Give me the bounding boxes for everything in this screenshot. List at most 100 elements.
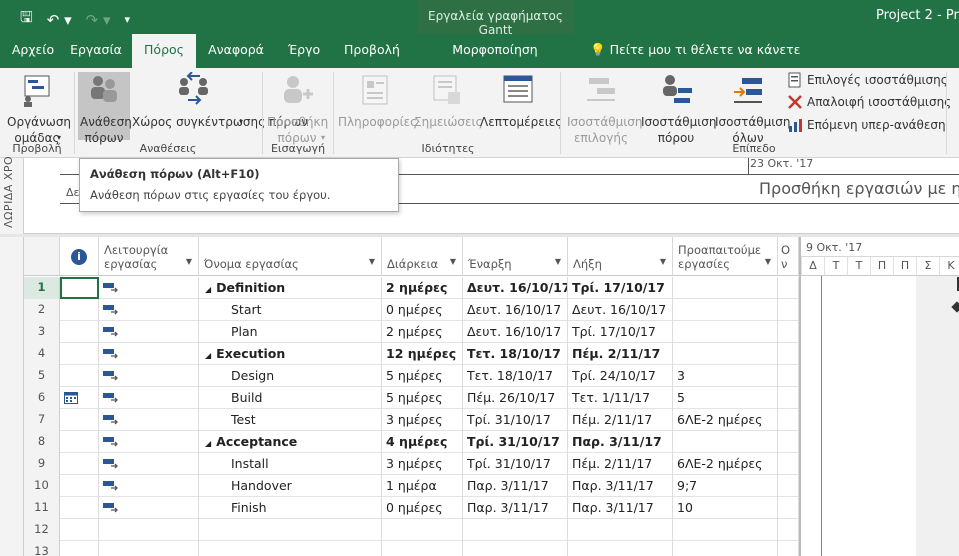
pred-cell[interactable]: 6ΛΕ-2 ημέρες [673, 453, 778, 475]
pred-cell[interactable]: 5 [673, 387, 778, 409]
chevron-down-icon[interactable]: ▼ [765, 255, 771, 269]
resource-names-cell[interactable] [778, 475, 799, 497]
tab-view[interactable]: Προβολή [340, 34, 404, 68]
pred-cell[interactable] [673, 299, 778, 321]
row-number[interactable]: 1 [24, 277, 60, 299]
row-number[interactable]: 2 [24, 299, 60, 321]
duration-cell[interactable] [382, 519, 463, 541]
table-row[interactable]: 11 Finish 0 ημέρες Παρ. 3/11/17 Παρ. 3/11/17… [24, 497, 799, 519]
row-number[interactable]: 4 [24, 343, 60, 365]
row-number[interactable]: 8 [24, 431, 60, 453]
chevron-down-icon[interactable]: ▼ [369, 255, 375, 269]
finish-cell[interactable]: Παρ. 3/11/17 [568, 431, 673, 453]
tab-format[interactable]: Μορφοποίηση [440, 34, 550, 68]
finish-cell[interactable]: Πέμ. 2/11/17 [568, 409, 673, 431]
row-number[interactable]: 6 [24, 387, 60, 409]
save-icon[interactable]: 🖫 [20, 7, 33, 32]
task-name-cell[interactable]: ◢ Definition [199, 277, 382, 299]
finish-cell[interactable]: Τετ. 1/11/17 [568, 387, 673, 409]
table-row[interactable]: 8 ◢ Acceptance 4 ημέρες Τρί. 31/10/17 Παρ. 3/… [24, 431, 799, 453]
start-cell[interactable]: Τετ. 18/10/17 [463, 343, 568, 365]
finish-cell[interactable]: Πέμ. 2/11/17 [568, 453, 673, 475]
resource-names-cell[interactable] [778, 299, 799, 321]
resource-names-cell[interactable] [778, 519, 799, 541]
task-name-cell[interactable]: ◢ Execution [199, 343, 382, 365]
assign-resources-button[interactable]: Ανάθεση πόρων [78, 72, 132, 145]
pred-cell[interactable]: 9;7 [673, 475, 778, 497]
resource-names-cell[interactable] [778, 365, 799, 387]
indicator-cell[interactable] [60, 321, 99, 343]
task-mode-cell[interactable] [99, 431, 199, 453]
start-cell[interactable]: Τετ. 18/10/17 [463, 365, 568, 387]
row-number[interactable]: 12 [24, 519, 60, 541]
tab-task[interactable]: Εργασία [66, 34, 126, 68]
indicator-cell[interactable] [60, 387, 99, 409]
resource-pool-button[interactable]: Χώρος συγκέντρωσης πόρων ▾ [132, 71, 308, 130]
task-mode-cell[interactable] [99, 409, 199, 431]
task-mode-cell[interactable] [99, 299, 199, 321]
start-cell[interactable]: Πέμ. 26/10/17 [463, 387, 568, 409]
row-number[interactable]: 11 [24, 497, 60, 519]
clear-leveling-button[interactable]: Απαλοιφή ισοστάθμισης [787, 94, 951, 110]
resource-names-header[interactable]: Ον πο [778, 237, 799, 276]
table-row[interactable]: 2 Start 0 ημέρες Δευτ. 16/10/17 Δευτ. 16/10/… [24, 299, 799, 321]
table-row[interactable]: 13 [24, 541, 799, 556]
resource-names-cell[interactable] [778, 541, 799, 556]
gantt-chart[interactable]: 9 Οκτ. '17 ΔΤΤΠΠΣΚ [799, 237, 959, 556]
indicator-cell[interactable] [60, 277, 99, 299]
table-row[interactable]: 10 Handover 1 ημέρα Παρ. 3/11/17 Παρ. 3/11/1… [24, 475, 799, 497]
information-button[interactable]: Πληροφορίες [338, 72, 417, 130]
table-row[interactable]: 9 Install 3 ημέρες Τρί. 31/10/17 Πέμ. 2/11/1… [24, 453, 799, 475]
start-cell[interactable]: Παρ. 3/11/17 [463, 497, 568, 519]
task-name-cell[interactable]: Install [199, 453, 382, 475]
table-row[interactable]: 12 [24, 519, 799, 541]
task-name-cell[interactable]: ◢ Acceptance [199, 431, 382, 453]
resource-names-cell[interactable] [778, 343, 799, 365]
task-name-cell[interactable]: Start [199, 299, 382, 321]
duration-cell[interactable]: 2 ημέρες [382, 321, 463, 343]
task-name-cell[interactable]: Finish [199, 497, 382, 519]
row-number[interactable]: 13 [24, 541, 60, 556]
pred-cell[interactable]: 10 [673, 497, 778, 519]
select-all-corner[interactable] [24, 237, 60, 276]
resource-names-cell[interactable] [778, 497, 799, 519]
task-name-cell[interactable]: Plan [199, 321, 382, 343]
tell-me-box[interactable]: 💡 Πείτε μου τι θέλετε να κάνετε [590, 34, 800, 68]
pred-cell[interactable]: 6ΛΕ-2 ημέρες [673, 409, 778, 431]
task-mode-cell[interactable] [99, 343, 199, 365]
chevron-down-icon[interactable]: ▼ [186, 255, 192, 269]
row-number[interactable]: 9 [24, 453, 60, 475]
table-row[interactable]: 6 Build 5 ημέρες Πέμ. 26/10/17 Τετ. 1/11/17 5 [24, 387, 799, 409]
resource-names-cell[interactable] [778, 409, 799, 431]
task-mode-cell[interactable] [99, 321, 199, 343]
duration-cell[interactable]: 3 ημέρες [382, 453, 463, 475]
indicator-cell[interactable] [60, 343, 99, 365]
table-row[interactable]: 1 ◢ Definition 2 ημέρες Δευτ. 16/10/17 Τρί. 1… [24, 277, 799, 299]
task-name-cell[interactable] [199, 541, 382, 556]
task-name-cell[interactable]: Handover [199, 475, 382, 497]
pred-cell[interactable] [673, 321, 778, 343]
tab-project[interactable]: Έργο [280, 34, 328, 68]
start-cell[interactable]: Δευτ. 16/10/17 [463, 277, 568, 299]
start-cell[interactable]: Δευτ. 16/10/17 [463, 321, 568, 343]
chevron-down-icon[interactable]: ▼ [660, 255, 666, 269]
table-row[interactable]: 3 Plan 2 ημέρες Δευτ. 16/10/17 Τρί. 17/10/17 [24, 321, 799, 343]
indicator-cell[interactable] [60, 453, 99, 475]
table-row[interactable]: 4 ◢ Execution 12 ημέρες Τετ. 18/10/17 Πέμ. 2/… [24, 343, 799, 365]
indicator-cell[interactable] [60, 475, 99, 497]
start-cell[interactable] [463, 541, 568, 556]
task-mode-cell[interactable] [99, 497, 199, 519]
row-number[interactable]: 5 [24, 365, 60, 387]
calendar-icon[interactable] [64, 392, 78, 404]
chevron-down-icon[interactable]: ▼ [555, 255, 561, 269]
duration-header[interactable]: Διάρκεια ▼ [382, 237, 463, 276]
finish-cell[interactable]: Τρί. 24/10/17 [568, 365, 673, 387]
finish-cell[interactable]: Τρί. 17/10/17 [568, 277, 673, 299]
redo-icon[interactable]: ↷ ▾ [86, 11, 111, 29]
indicator-cell[interactable] [60, 431, 99, 453]
start-header[interactable]: Έναρξη ▼ [463, 237, 568, 276]
task-mode-cell[interactable] [99, 387, 199, 409]
task-mode-header[interactable]: Λειτουργία εργασίας ▼ [99, 237, 199, 276]
next-overallocation-button[interactable]: Επόμενη υπερ-ανάθεση [787, 117, 946, 133]
finish-cell[interactable]: Πέμ. 2/11/17 [568, 343, 673, 365]
